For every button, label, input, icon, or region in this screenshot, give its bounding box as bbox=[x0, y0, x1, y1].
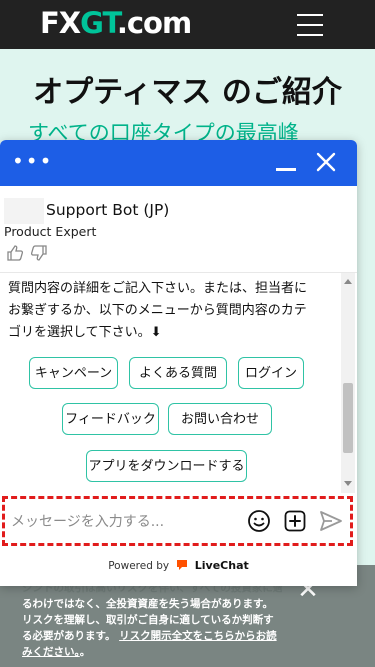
message-list: 質問内容の詳細をご記入下さい。または、担当者にお繋ぎするか、以下のメニューから質… bbox=[0, 273, 357, 493]
livechat-widget: ••• Support Bot (JP) Product Expert 質問内容… bbox=[0, 140, 357, 586]
quick-reply-feedback[interactable]: フィードバック bbox=[62, 403, 159, 435]
send-icon[interactable] bbox=[318, 509, 344, 533]
logo-text-gt: GT bbox=[80, 6, 118, 40]
top-navigation-bar: FXGT.com bbox=[0, 0, 375, 49]
quick-reply-login[interactable]: ログイン bbox=[238, 357, 304, 389]
thumbs-down-icon[interactable] bbox=[30, 244, 48, 262]
logo-text-fx: FX bbox=[40, 6, 81, 40]
agent-info: Support Bot (JP) Product Expert bbox=[0, 186, 357, 273]
agent-role: Product Expert bbox=[4, 224, 97, 239]
message-input[interactable] bbox=[9, 509, 233, 535]
risk-notice-line: る必要があります。 bbox=[22, 630, 116, 642]
quick-reply-download-app[interactable]: アプリをダウンロードする bbox=[86, 450, 247, 482]
quick-reply-campaign[interactable]: キャンペーン bbox=[29, 357, 118, 389]
close-chat-icon[interactable] bbox=[314, 150, 338, 174]
message-composer bbox=[2, 496, 353, 546]
add-attachment-icon[interactable] bbox=[283, 509, 307, 533]
bot-message: 質問内容の詳細をご記入下さい。または、担当者にお繋ぎするか、以下のメニューから質… bbox=[8, 281, 308, 340]
message-scrollbar[interactable] bbox=[341, 273, 355, 493]
risk-notice-end: 。 bbox=[79, 646, 91, 658]
scroll-up-arrow-icon[interactable] bbox=[344, 279, 352, 284]
scroll-down-arrow-icon[interactable] bbox=[344, 481, 352, 486]
risk-notice-line: るわけではなく、全投資資産を失う場合があります。 bbox=[22, 598, 273, 610]
chat-header: ••• bbox=[0, 140, 357, 186]
minimize-icon[interactable] bbox=[276, 168, 296, 171]
page-subtitle: すべての口座タイプの最高峰 bbox=[28, 121, 299, 142]
hamburger-menu-icon[interactable] bbox=[297, 14, 323, 36]
scroll-thumb[interactable] bbox=[343, 383, 353, 453]
powered-by-livechat[interactable]: Powered by LiveChat bbox=[0, 554, 357, 578]
more-options-icon[interactable]: ••• bbox=[12, 150, 53, 172]
livechat-brand: LiveChat bbox=[194, 559, 249, 572]
powered-by-text: Powered by bbox=[108, 560, 170, 572]
livechat-logo-icon bbox=[176, 556, 188, 570]
quick-reply-faq[interactable]: よくある質問 bbox=[129, 357, 227, 389]
thumbs-up-icon[interactable] bbox=[6, 244, 24, 262]
emoji-icon[interactable] bbox=[247, 509, 271, 533]
agent-avatar bbox=[4, 198, 44, 224]
risk-notice-text: ジントの取引は高いリスクを伴い、すべての投資家に適しているわ るわけではなく、全… bbox=[22, 580, 282, 660]
quick-reply-contact[interactable]: お問い合わせ bbox=[168, 403, 272, 435]
fxgt-logo[interactable]: FXGT.com bbox=[40, 4, 192, 42]
logo-text-com: .com bbox=[116, 6, 192, 40]
agent-name: Support Bot (JP) bbox=[46, 201, 170, 219]
risk-notice-line: リスクを理解し、取引がご自身に適しているか判断す bbox=[22, 614, 274, 626]
page-title: オプティマス のご紹介 bbox=[33, 75, 342, 110]
